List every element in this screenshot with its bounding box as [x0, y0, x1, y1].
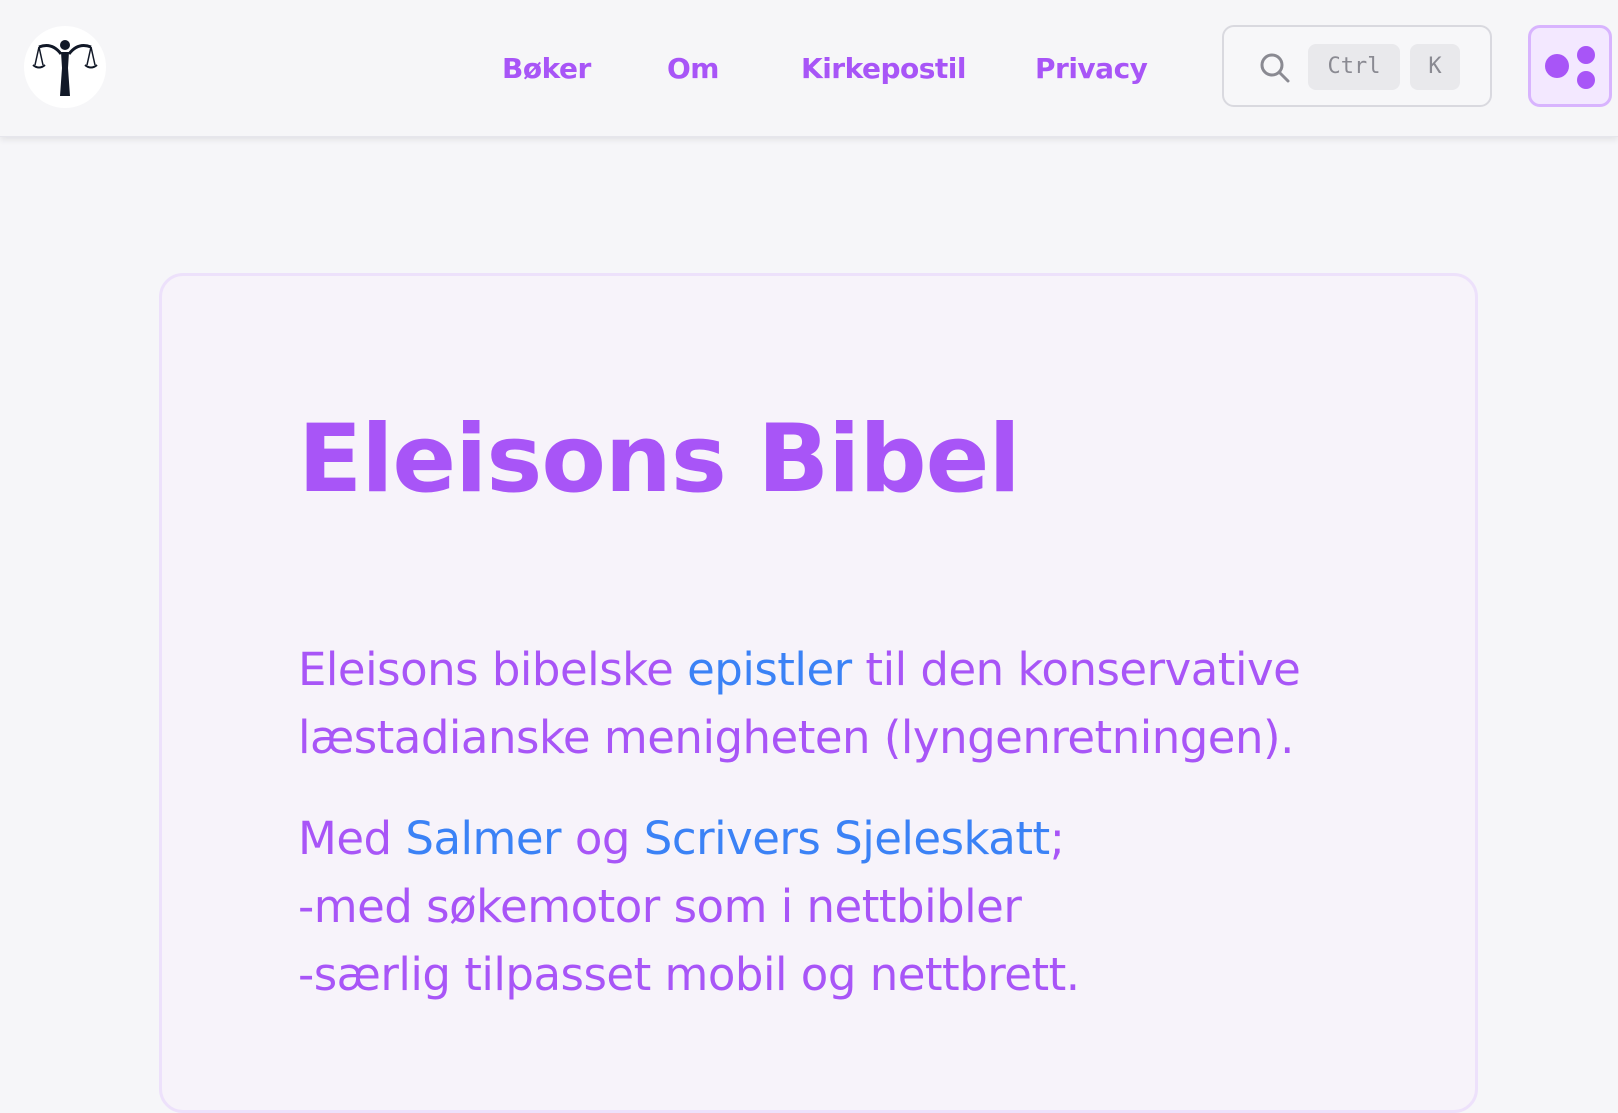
nav-link-privacy[interactable]: Privacy: [1035, 52, 1148, 85]
epistler-link[interactable]: epistler: [687, 643, 852, 696]
intro-paragraph: Eleisons bibelske epistler til den konse…: [298, 636, 1301, 772]
features-suffix: ;: [1049, 812, 1065, 865]
intro-text-line2: læstadianske menigheten (lyngenretningen…: [298, 711, 1294, 764]
intro-text-start: Eleisons bibelske: [298, 643, 688, 696]
features-paragraph: Med Salmer og Scrivers Sjeleskatt; -med s…: [298, 805, 1080, 1009]
scrivers-sjeleskatt-link[interactable]: Scrivers Sjeleskatt: [644, 812, 1050, 865]
salmer-link[interactable]: Salmer: [405, 812, 561, 865]
search-icon: [1260, 53, 1290, 83]
features-prefix: Med: [298, 812, 406, 865]
page-title: Eleisons Bibel: [298, 405, 1021, 514]
top-navbar: Bøker Om Kirkepostil Privacy Ctrl K: [0, 0, 1618, 137]
feature-search-engine: -med søkemotor som i nettbibler: [298, 880, 1022, 933]
scales-of-justice-icon: [32, 40, 98, 96]
theme-toggle-button[interactable]: [1528, 25, 1612, 107]
intro-text-end: til den konservative: [851, 643, 1301, 696]
shortcut-key-k: K: [1410, 44, 1460, 90]
search-button[interactable]: Ctrl K: [1222, 25, 1492, 107]
site-logo[interactable]: [24, 26, 106, 108]
nav-link-boker[interactable]: Bøker: [502, 52, 591, 85]
nav-link-kirkepostil[interactable]: Kirkepostil: [801, 52, 967, 85]
feature-mobile-tablet: -særlig tilpasset mobil og nettbrett.: [298, 948, 1080, 1001]
theme-toggle-icon: [1545, 46, 1595, 89]
features-middle: og: [561, 812, 644, 865]
shortcut-key-ctrl: Ctrl: [1308, 44, 1400, 90]
nav-link-om[interactable]: Om: [667, 52, 719, 85]
